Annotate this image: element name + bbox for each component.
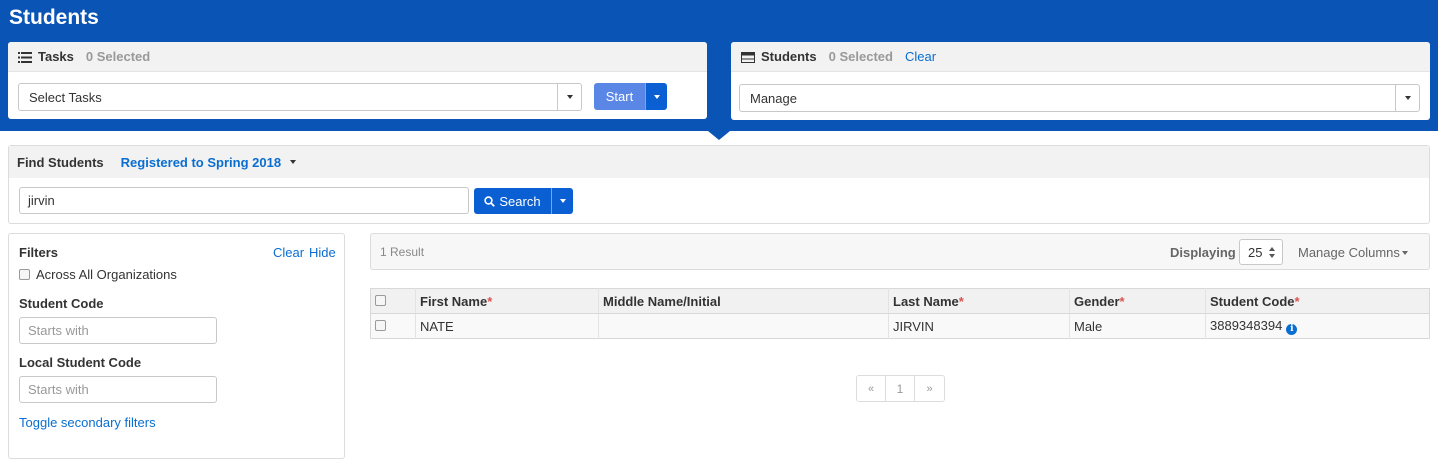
per-page-value: 25 bbox=[1248, 244, 1263, 260]
select-all-checkbox[interactable] bbox=[375, 294, 386, 306]
students-selected-count: 0 Selected bbox=[828, 49, 893, 64]
results-toolbar: 1 Result Displaying 25 Manage Columns bbox=[370, 233, 1430, 270]
column-header-student-code[interactable]: Student Code* bbox=[1205, 288, 1430, 314]
manage-dropdown[interactable]: Manage bbox=[739, 84, 1420, 112]
start-button-group: Start bbox=[594, 83, 667, 110]
clear-selection-link[interactable]: Clear bbox=[905, 49, 936, 64]
select-tasks-dropdown[interactable]: Select Tasks bbox=[18, 83, 582, 111]
cell-gender: Male bbox=[1069, 313, 1206, 339]
filters-panel: Filters Clear Hide Across All Organizati… bbox=[8, 233, 345, 459]
column-header-middle-name[interactable]: Middle Name/Initial bbox=[598, 288, 889, 314]
student-code-value: 3889348394 bbox=[1210, 317, 1283, 333]
next-page-button[interactable]: » bbox=[915, 376, 944, 401]
search-button[interactable]: Search bbox=[474, 188, 551, 214]
search-dropdown-toggle[interactable] bbox=[551, 188, 573, 214]
list-icon bbox=[18, 51, 32, 63]
table-row[interactable]: NATE JIRVIN Male 3889348394 i bbox=[370, 313, 1430, 339]
across-orgs-checkbox[interactable] bbox=[19, 269, 30, 280]
students-title: Students bbox=[761, 49, 817, 64]
caret-down-icon bbox=[653, 94, 660, 99]
select-all-cell bbox=[370, 288, 416, 314]
row-checkbox[interactable] bbox=[375, 319, 386, 331]
search-button-label: Search bbox=[499, 193, 541, 209]
updown-arrows-icon bbox=[1269, 247, 1275, 258]
page-1-button[interactable]: 1 bbox=[886, 376, 915, 401]
students-panel: Students 0 Selected Clear Manage bbox=[731, 42, 1430, 120]
student-search-input[interactable]: jirvin bbox=[19, 187, 469, 214]
students-table: First Name* Middle Name/Initial Last Nam… bbox=[370, 288, 1430, 339]
start-dropdown-toggle[interactable] bbox=[645, 83, 667, 110]
cell-first-name: NATE bbox=[415, 313, 599, 339]
local-student-code-label: Local Student Code bbox=[19, 355, 142, 370]
local-student-code-input[interactable]: Starts with bbox=[19, 376, 217, 403]
tasks-title: Tasks bbox=[38, 49, 74, 64]
chevron-down-icon[interactable] bbox=[557, 84, 581, 110]
prev-page-button[interactable]: « bbox=[857, 376, 886, 401]
student-code-input[interactable]: Starts with bbox=[19, 317, 217, 344]
caret-down-icon bbox=[1401, 250, 1408, 255]
pagination: « 1 » bbox=[856, 375, 945, 402]
manage-value: Manage bbox=[750, 90, 797, 106]
caret-down-icon bbox=[559, 199, 566, 203]
filters-clear-link[interactable]: Clear bbox=[273, 245, 304, 260]
tasks-panel-header: Tasks 0 Selected bbox=[8, 42, 707, 72]
filters-title: Filters bbox=[19, 245, 59, 260]
column-header-first-name[interactable]: First Name* bbox=[415, 288, 599, 314]
find-students-panel: Find Students Registered to Spring 2018 … bbox=[8, 145, 1430, 224]
info-icon[interactable]: i bbox=[1286, 323, 1298, 335]
caret-down-icon[interactable] bbox=[290, 160, 297, 164]
table-header-row: First Name* Middle Name/Initial Last Nam… bbox=[370, 288, 1430, 314]
search-button-group: Search bbox=[474, 188, 573, 214]
displaying-label: Displaying bbox=[1170, 245, 1236, 260]
page-header: Students Tasks 0 Selected Select Tasks S… bbox=[0, 0, 1438, 131]
row-select-cell bbox=[370, 313, 416, 339]
column-header-gender[interactable]: Gender* bbox=[1069, 288, 1206, 314]
column-header-last-name[interactable]: Last Name* bbox=[888, 288, 1070, 314]
across-orgs-option[interactable]: Across All Organizations bbox=[19, 267, 177, 282]
students-panel-header: Students 0 Selected Clear bbox=[731, 42, 1430, 72]
chevron-down-icon[interactable] bbox=[1395, 85, 1419, 111]
cell-middle-name bbox=[598, 313, 889, 339]
find-students-title: Find Students bbox=[17, 154, 104, 170]
select-tasks-value: Select Tasks bbox=[29, 89, 102, 105]
student-code-label: Student Code bbox=[19, 296, 104, 311]
cell-last-name: JIRVIN bbox=[888, 313, 1070, 339]
search-icon bbox=[484, 195, 496, 207]
start-button[interactable]: Start bbox=[594, 83, 645, 110]
tasks-selected-count: 0 Selected bbox=[85, 49, 151, 64]
cell-student-code: 3889348394 i bbox=[1205, 313, 1430, 339]
toggle-secondary-filters-link[interactable]: Toggle secondary filters bbox=[19, 415, 156, 430]
filters-hide-link[interactable]: Hide bbox=[309, 245, 336, 260]
registration-filter-link[interactable]: Registered to Spring 2018 bbox=[121, 155, 281, 170]
per-page-select[interactable]: 25 bbox=[1239, 239, 1283, 265]
table-icon bbox=[741, 51, 755, 63]
panel-pointer bbox=[708, 131, 730, 140]
page-title: Students bbox=[9, 6, 99, 29]
across-orgs-label: Across All Organizations bbox=[36, 267, 177, 282]
tasks-panel: Tasks 0 Selected Select Tasks Start bbox=[8, 42, 707, 119]
manage-columns-dropdown[interactable]: Manage Columns bbox=[1298, 245, 1408, 260]
find-students-header: Find Students Registered to Spring 2018 bbox=[9, 146, 1429, 178]
manage-columns-label: Manage Columns bbox=[1298, 245, 1400, 260]
result-count: 1 Result bbox=[380, 245, 425, 259]
